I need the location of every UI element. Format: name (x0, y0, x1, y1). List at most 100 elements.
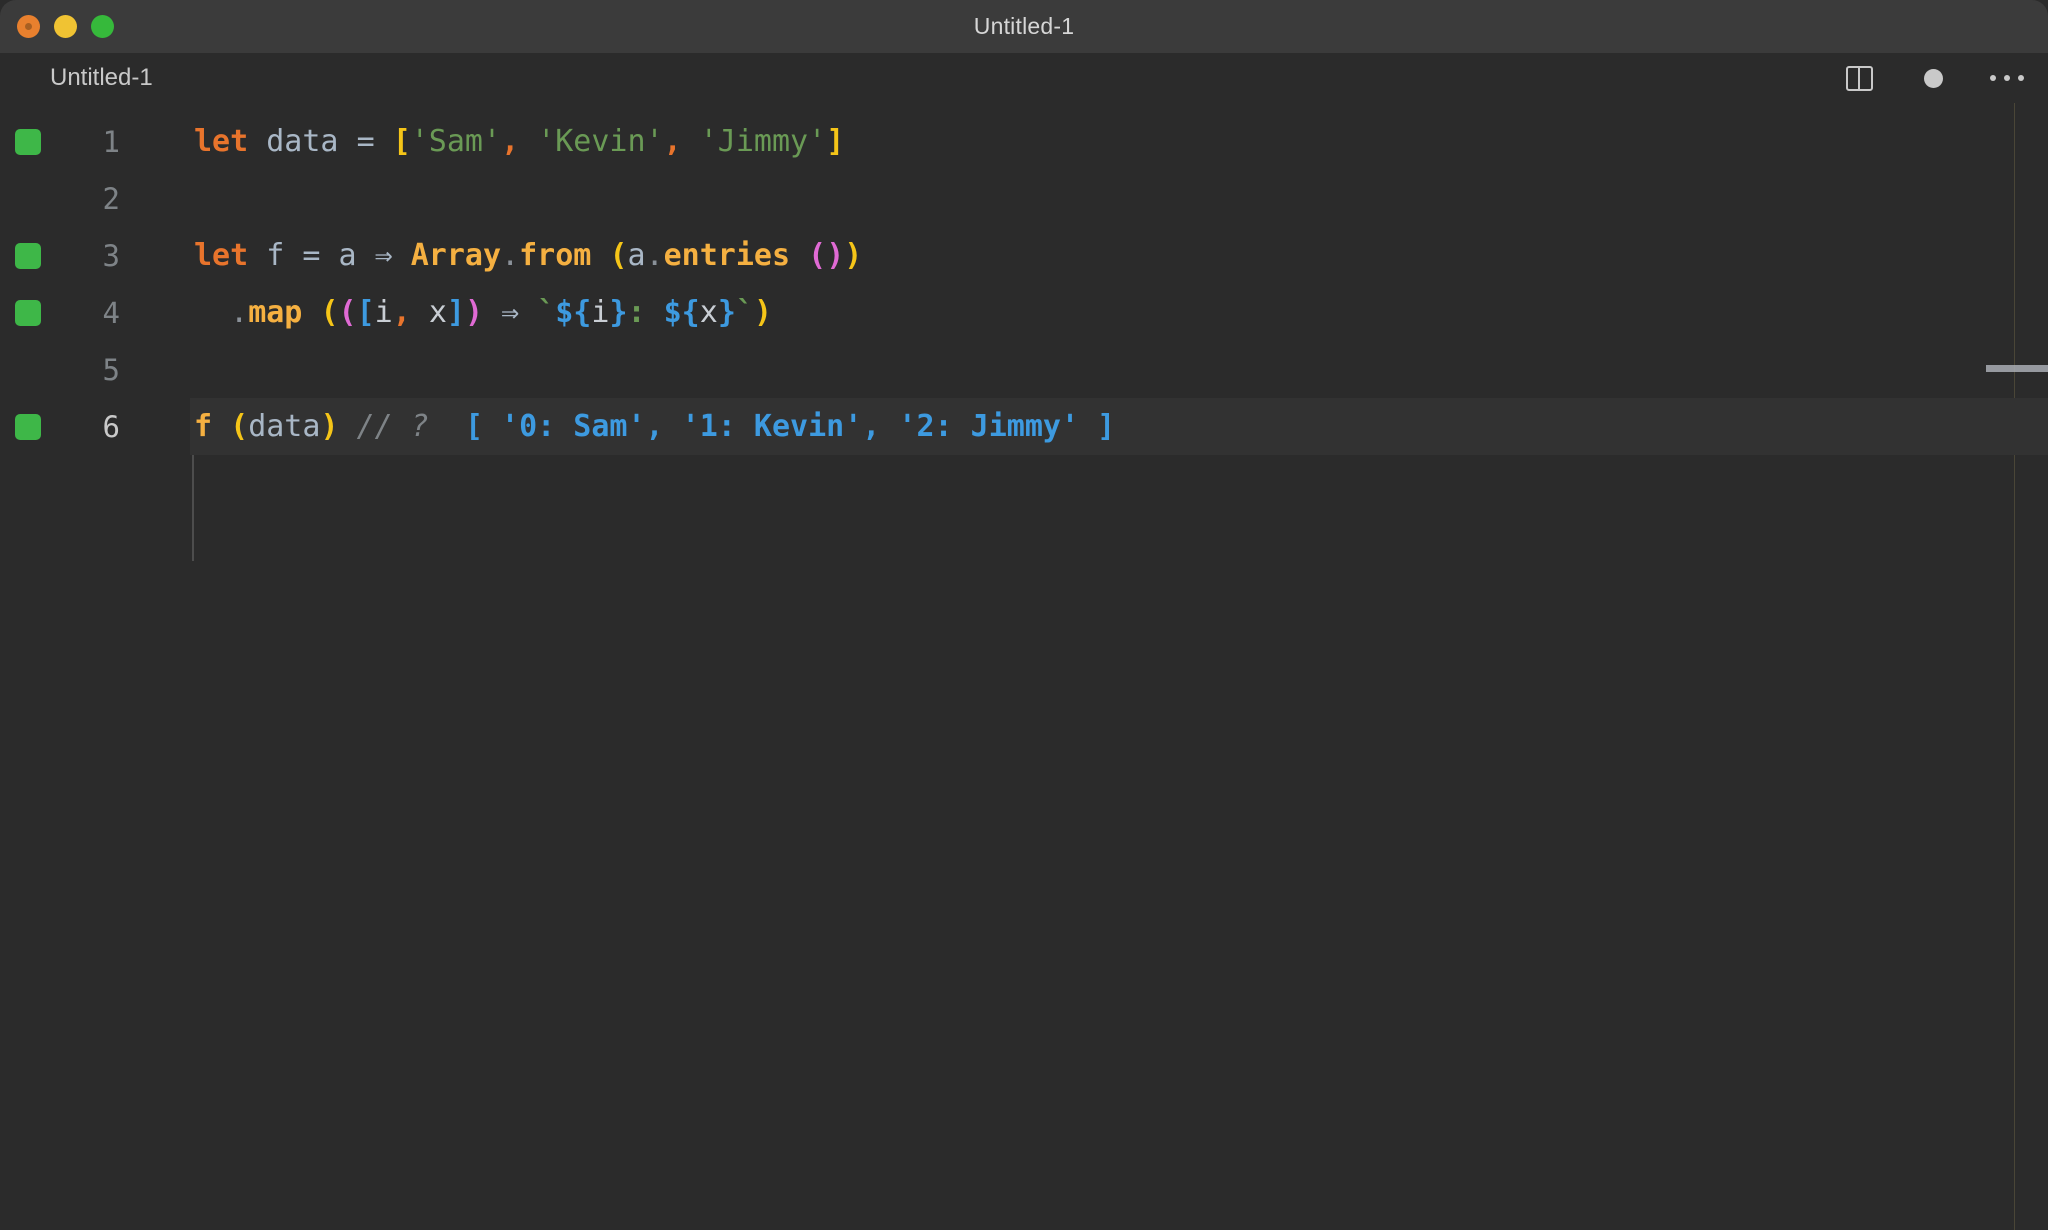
code-token: data (266, 124, 339, 159)
code-token: let (194, 124, 249, 159)
indent-guide-line (192, 448, 194, 561)
gutter-marker-icon[interactable] (15, 299, 41, 326)
code-token: ${ (663, 295, 700, 330)
code-token: ( (230, 409, 249, 444)
code-token: } (717, 295, 736, 330)
code-token: : (627, 295, 646, 330)
tab-untitled-1[interactable]: Untitled-1 (50, 64, 153, 92)
code-token: . (230, 295, 249, 330)
tab-actions-group (1842, 53, 2024, 103)
unsaved-indicator-button[interactable] (1916, 61, 1950, 95)
code-token: ( (320, 295, 339, 330)
code-token: 'Sam' (410, 124, 502, 159)
code-token: ) (320, 409, 339, 444)
maximize-window-button[interactable] (91, 15, 114, 38)
code-line[interactable]: 1 let data = ['Sam', 'Kevin', 'Jimmy'] (0, 113, 2048, 170)
gutter-marker-icon[interactable] (15, 413, 41, 440)
code-token: i (591, 295, 610, 330)
code-token: ] (826, 124, 845, 159)
window-title: Untitled-1 (973, 13, 1075, 39)
code-line-text: f (data) // ? [ '0: Sam', '1: Kevin', '2… (190, 398, 2048, 455)
code-token: = (302, 238, 321, 273)
code-token: ` (537, 295, 556, 330)
code-editor[interactable]: 1 let data = ['Sam', 'Kevin', 'Jimmy'] 2 3 l… (0, 103, 2048, 1230)
split-editor-button[interactable] (1842, 61, 1876, 95)
code-token: [ (356, 295, 375, 330)
code-line[interactable]: 3 let f = a ⇒ Array. from (a. entries ()) (0, 227, 2048, 284)
code-token: , (663, 124, 682, 159)
code-token: // ? (356, 409, 429, 444)
code-token: i (374, 295, 393, 330)
code-line[interactable]: 4 . map (([i, x]) ⇒ ` ${i}: ${x} `) (0, 284, 2048, 341)
gutter-marker-icon[interactable] (15, 128, 41, 155)
more-actions-button[interactable] (1990, 61, 2024, 95)
code-token: ( (609, 238, 628, 273)
code-line[interactable]: 2 (0, 170, 2048, 227)
code-token: map (248, 295, 303, 330)
window-titlebar: Untitled-1 (0, 0, 2048, 53)
close-window-button[interactable] (17, 15, 40, 38)
code-token: } (609, 295, 628, 330)
code-token: ) (844, 238, 863, 273)
code-token: , (392, 295, 411, 330)
editor-window: Untitled-1 Untitled-1 1 let data = ['Sam'… (0, 0, 2048, 1230)
line-number: 4 (102, 295, 120, 330)
gutter-marker-icon[interactable] (15, 242, 41, 269)
code-token: a (627, 238, 646, 273)
code-token: x (428, 295, 447, 330)
code-token: ⇒ (501, 295, 520, 330)
code-token: ] (446, 295, 465, 330)
more-actions-ellipsis-icon (1990, 75, 2024, 81)
code-token: ⇒ (374, 238, 393, 273)
code-token: = (356, 124, 375, 159)
code-token: , (501, 124, 520, 159)
code-token: data (248, 409, 321, 444)
code-token: Array (410, 238, 502, 273)
code-token: . (501, 238, 520, 273)
code-token: ) (826, 238, 845, 273)
minimize-window-button[interactable] (54, 15, 77, 38)
code-token: . (645, 238, 664, 273)
editor-tabstrip: Untitled-1 (0, 53, 2048, 103)
line-number: 5 (102, 352, 120, 387)
code-token: 'Kevin' (537, 124, 664, 159)
code-token: ( (338, 295, 357, 330)
unsaved-dot-icon (1923, 68, 1943, 88)
code-line-text: . map (([i, x]) ⇒ ` ${i}: ${x} `) (190, 284, 2048, 341)
code-token: 'Jimmy' (699, 124, 827, 159)
code-token: f (266, 238, 285, 273)
code-line[interactable]: 5 (0, 341, 2048, 398)
code-line-list: 1 let data = ['Sam', 'Kevin', 'Jimmy'] 2 3 l… (0, 103, 2048, 455)
line-number: 3 (102, 238, 120, 273)
code-token: f (194, 409, 213, 444)
code-token: entries (663, 238, 791, 273)
code-token: let (194, 238, 249, 273)
code-token: [ '0: Sam', '1: Kevin', '2: Jimmy' ] (464, 409, 1116, 444)
code-token: a (338, 238, 357, 273)
code-line[interactable]: 6 f (data) // ? [ '0: Sam', '1: Kevin', '… (0, 398, 2048, 455)
line-number: 6 (102, 409, 120, 444)
code-line-text: let data = ['Sam', 'Kevin', 'Jimmy'] (190, 113, 2048, 170)
code-token: ${ (555, 295, 592, 330)
code-token: from (519, 238, 592, 273)
